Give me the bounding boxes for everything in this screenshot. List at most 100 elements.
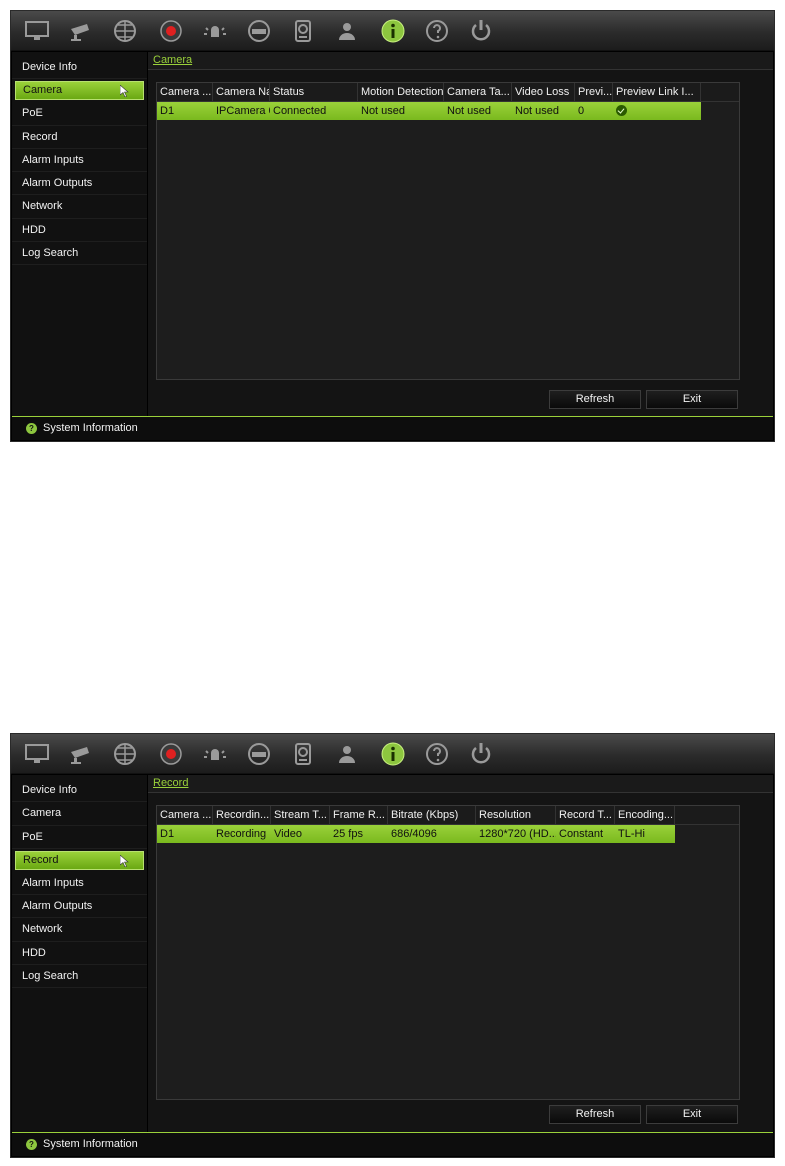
sidebar-item-label: Log Search — [22, 247, 79, 260]
main-toolbar — [11, 734, 774, 774]
status-label: System Information — [43, 1138, 138, 1150]
refresh-button[interactable]: Refresh — [549, 390, 641, 409]
sidebar-item-log-search[interactable]: Log Search — [12, 242, 147, 266]
column-header[interactable]: Preview Link I... — [613, 83, 701, 101]
column-header[interactable]: Status — [270, 83, 358, 101]
status-bar: ? System Information — [12, 1132, 773, 1156]
sidebar-item-label: Camera — [23, 84, 63, 97]
sidebar-item-alarm-inputs[interactable]: Alarm Inputs — [12, 872, 147, 896]
sidebar-item-label: Alarm Inputs — [22, 153, 84, 166]
sidebar-item-label: Network — [22, 923, 63, 936]
sidebar-item-device-info[interactable]: Device Info — [12, 56, 147, 80]
sidebar-item-alarm-outputs[interactable]: Alarm Outputs — [12, 895, 147, 919]
monitor-icon[interactable] — [23, 740, 51, 768]
table-cell: IPCamera 01 — [216, 105, 270, 117]
device-icon[interactable] — [245, 17, 273, 45]
sidebar-item-label: Alarm Outputs — [22, 177, 93, 190]
table-cell: Video — [274, 828, 302, 840]
table-cell: TL-Hi — [618, 828, 645, 840]
table-header: Camera ...Camera NameStatusMotion Detect… — [157, 83, 739, 102]
column-header[interactable]: Bitrate (Kbps) — [388, 806, 476, 824]
sidebar-item-network[interactable]: Network — [12, 195, 147, 219]
sidebar-item-record[interactable]: Record — [15, 850, 144, 870]
column-header[interactable]: Record T... — [556, 806, 615, 824]
camera-icon[interactable] — [67, 17, 95, 45]
sidebar-item-label: HDD — [22, 223, 46, 236]
sidebar-item-hdd[interactable]: HDD — [12, 942, 147, 966]
sidebar-item-label: Alarm Outputs — [22, 900, 93, 913]
column-header[interactable]: Previ... — [575, 83, 613, 101]
table-cell: Recording — [216, 828, 267, 840]
column-header[interactable]: Frame R... — [330, 806, 388, 824]
sidebar-item-label: Alarm Inputs — [22, 876, 84, 889]
info-icon[interactable] — [379, 17, 407, 45]
sidebar-item-camera[interactable]: Camera — [15, 81, 144, 101]
info-help-icon: ? — [26, 423, 37, 434]
record-table: Camera ... Recordin... Stream T... Frame R.… — [156, 805, 740, 1100]
column-header[interactable]: Motion Detection — [358, 83, 444, 101]
help-icon[interactable] — [423, 17, 451, 45]
table-cell: 1280*720 (HD... — [479, 828, 556, 840]
sidebar-item-poe[interactable]: PoE — [12, 102, 147, 126]
column-header[interactable]: Resolution — [476, 806, 556, 824]
sidebar-item-poe[interactable]: PoE — [12, 826, 147, 849]
sidebar-item-label: PoE — [22, 107, 43, 120]
power-icon[interactable] — [467, 740, 495, 768]
record-icon[interactable] — [157, 17, 185, 45]
help-icon[interactable] — [423, 740, 451, 768]
alarm-icon[interactable] — [201, 740, 229, 768]
breadcrumb[interactable]: Record — [153, 777, 188, 789]
record-icon[interactable] — [157, 740, 185, 768]
sidebar-item-camera[interactable]: Camera — [12, 802, 147, 826]
user-icon[interactable] — [333, 740, 361, 768]
device-icon[interactable] — [245, 740, 273, 768]
column-header[interactable]: Camera ... — [157, 806, 213, 824]
column-header[interactable]: Camera Ta... — [444, 83, 512, 101]
table-cell: Not used — [361, 105, 406, 117]
alarm-icon[interactable] — [201, 17, 229, 45]
power-icon[interactable] — [467, 17, 495, 45]
table-cell: Constant — [559, 828, 604, 840]
sidebar-item-alarm-outputs[interactable]: Alarm Outputs — [12, 172, 147, 196]
camera-icon[interactable] — [67, 740, 95, 768]
sidebar-item-label: Device Info — [22, 784, 78, 796]
network-globe-icon[interactable] — [111, 740, 139, 768]
table-header: Camera ... Recordin... Stream T... Frame R.… — [157, 806, 739, 825]
monitor-icon[interactable] — [23, 17, 51, 45]
sidebar-item-record[interactable]: Record — [12, 126, 147, 149]
column-header[interactable]: Encoding... — [615, 806, 675, 824]
column-header[interactable]: Camera ... — [157, 83, 213, 101]
status-label: System Information — [43, 422, 138, 434]
sidebar-item-log-search[interactable]: Log Search — [12, 965, 147, 989]
column-header[interactable]: Stream T... — [271, 806, 330, 824]
info-icon[interactable] — [379, 740, 407, 768]
sidebar-item-label: Record — [22, 130, 58, 143]
column-header[interactable]: Camera Name — [213, 83, 270, 101]
table-cell: Not used — [515, 105, 560, 117]
refresh-button[interactable]: Refresh — [549, 1105, 641, 1124]
sidebar-item-hdd[interactable]: HDD — [12, 219, 147, 243]
main-toolbar — [11, 11, 774, 51]
sidebar-item-device-info[interactable]: Device Info — [12, 779, 147, 803]
exit-button[interactable]: Exit — [646, 1105, 738, 1124]
sidebar-item-label: Log Search — [22, 970, 79, 983]
hdd-icon[interactable] — [289, 740, 317, 768]
info-camera-screen: Device Info Camera PoE Record Alarm Inputs Al… — [10, 10, 775, 442]
sidebar-item-network[interactable]: Network — [12, 918, 147, 942]
network-globe-icon[interactable] — [111, 17, 139, 45]
sidebar-item-label: HDD — [22, 946, 46, 959]
user-icon[interactable] — [333, 17, 361, 45]
table-cell: Not used — [447, 105, 492, 117]
column-header[interactable]: Video Loss — [512, 83, 575, 101]
sidebar-item-alarm-inputs[interactable]: Alarm Inputs — [12, 149, 147, 173]
exit-button[interactable]: Exit — [646, 390, 738, 409]
table-row[interactable]: D1 IPCamera 01Connected Not used Not used No… — [157, 102, 701, 120]
table-cell: D1 — [160, 105, 175, 117]
sidebar-item-label: Device Info — [22, 61, 78, 73]
breadcrumb[interactable]: Camera — [153, 54, 192, 66]
table-row[interactable]: D1 Recording Video 25 fps 686/4096 1280*720 (… — [157, 825, 675, 843]
info-help-icon: ? — [26, 1139, 37, 1150]
column-header[interactable]: Recordin... — [213, 806, 271, 824]
info-record-screen: Device Info Camera PoE Record Alarm Inputs Al… — [10, 733, 775, 1158]
hdd-icon[interactable] — [289, 17, 317, 45]
